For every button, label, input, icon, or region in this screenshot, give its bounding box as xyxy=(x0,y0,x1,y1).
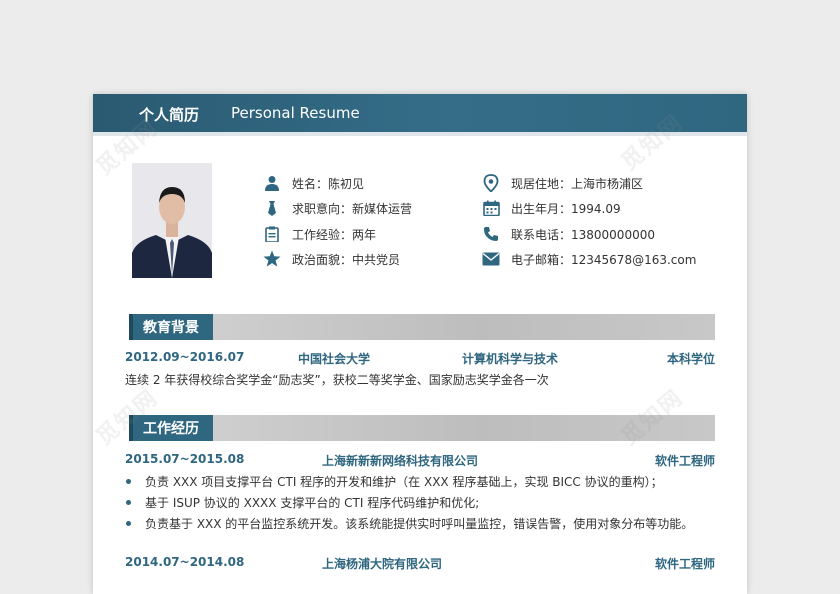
info-target-label: 求职意向：新媒体运营 xyxy=(292,201,413,216)
info-phone: 联系电话：13800000000 xyxy=(480,225,655,243)
bullet-dot-icon xyxy=(126,479,131,484)
info-experience-label: 工作经验：两年 xyxy=(292,227,377,242)
work-role: 软件工程师 xyxy=(654,454,715,468)
info-email-label: 电子邮箱：12345678@163.com xyxy=(511,252,697,267)
info-experience: 工作经验：两年 xyxy=(261,225,376,243)
clipboard-icon xyxy=(261,225,283,243)
education-description: 连续 2 年获得校综合奖学金“励志奖”，获校二等奖学金、国家励志奖学金各一次 xyxy=(125,373,549,387)
work-bullet: 基于 ISUP 协议的 XXXX 支撑平台的 CTI 程序代码维护和优化; xyxy=(126,494,479,511)
person-icon xyxy=(261,174,283,192)
work-bullet: 负责 XXX 项目支撑平台 CTI 程序的开发和维护（在 XXX 程序基础上，实… xyxy=(126,473,663,490)
info-name: 姓名：陈初见 xyxy=(261,174,364,192)
section-work-title: 工作经历 xyxy=(129,415,213,441)
info-location: 现居住地：上海市杨浦区 xyxy=(480,174,643,192)
info-phone-label: 联系电话：13800000000 xyxy=(511,227,655,242)
work-role: 软件工程师 xyxy=(654,557,715,571)
resume-header-bar: 个人简历 Personal Resume xyxy=(93,94,747,136)
info-birth: 出生年月：1994.09 xyxy=(480,199,621,217)
education-school: 中国社会大学 xyxy=(298,352,371,366)
work-company: 上海杨浦大院有限公司 xyxy=(322,557,443,571)
work-company: 上海新新新网络科技有限公司 xyxy=(322,454,479,468)
info-politics-label: 政治面貌：中共党员 xyxy=(292,252,401,267)
section-education-title: 教育背景 xyxy=(129,314,213,340)
bullet-dot-icon xyxy=(126,500,131,505)
info-birth-label: 出生年月：1994.09 xyxy=(511,201,621,216)
envelope-icon xyxy=(480,250,502,268)
info-email: 电子邮箱：12345678@163.com xyxy=(480,250,696,268)
section-work-bar: 工作经历 xyxy=(129,415,715,441)
info-politics: 政治面貌：中共党员 xyxy=(261,250,400,268)
work-bullet-text: 负责 XXX 项目支撑平台 CTI 程序的开发和维护（在 XXX 程序基础上，实… xyxy=(145,475,663,489)
resume-title: 个人简历 xyxy=(139,106,200,124)
education-degree: 本科学位 xyxy=(666,352,715,366)
tie-icon xyxy=(261,199,283,217)
bullet-dot-icon xyxy=(126,521,131,526)
education-major: 计算机科学与技术 xyxy=(462,352,559,366)
education-entry-head: 2012.09~2016.07 中国社会大学 计算机科学与技术 本科学位 xyxy=(125,350,715,366)
resume-subtitle: Personal Resume xyxy=(231,104,360,122)
resume-page: 个人简历 Personal Resume 姓名：陈初见 求职意向：新媒体运营 工… xyxy=(93,94,747,594)
star-icon xyxy=(261,250,283,268)
section-education-bar: 教育背景 xyxy=(129,314,715,340)
work-entry-head: 2015.07~2015.08 上海新新新网络科技有限公司 软件工程师 xyxy=(125,452,715,468)
work-entry-head: 2014.07~2014.08 上海杨浦大院有限公司 软件工程师 xyxy=(125,555,715,571)
work-bullet-text: 负责基于 XXX 的平台监控系统开发。该系统能提供实时呼叫量监控，错误告警，使用… xyxy=(145,517,694,531)
location-pin-icon xyxy=(480,174,502,192)
info-name-label: 姓名：陈初见 xyxy=(292,176,365,191)
work-bullet: 负责基于 XXX 的平台监控系统开发。该系统能提供实时呼叫量监控，错误告警，使用… xyxy=(126,515,693,532)
work-period: 2014.07~2014.08 xyxy=(125,555,245,569)
work-period: 2015.07~2015.08 xyxy=(125,452,245,466)
info-target: 求职意向：新媒体运营 xyxy=(261,199,412,217)
info-location-label: 现居住地：上海市杨浦区 xyxy=(511,176,644,191)
work-bullet-text: 基于 ISUP 协议的 XXXX 支撑平台的 CTI 程序代码维护和优化; xyxy=(145,496,480,510)
calendar-icon xyxy=(480,199,502,217)
education-period: 2012.09~2016.07 xyxy=(125,350,245,364)
phone-icon xyxy=(480,225,502,243)
profile-photo xyxy=(132,163,212,278)
